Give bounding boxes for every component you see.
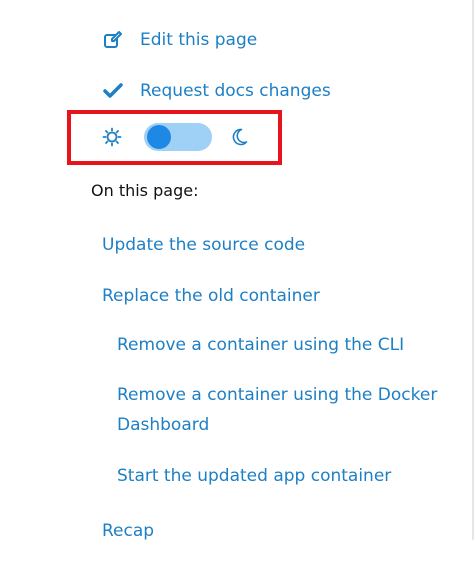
toc-title: On this page: xyxy=(91,181,199,200)
theme-toggle[interactable] xyxy=(144,123,212,151)
check-icon xyxy=(102,80,124,102)
toggle-knob xyxy=(147,125,171,149)
toc-link-update-source-code[interactable]: Update the source code xyxy=(102,230,305,260)
request-docs-changes-link[interactable]: Request docs changes xyxy=(102,79,331,103)
edit-icon xyxy=(102,29,124,51)
toc-link-start-updated-container[interactable]: Start the updated app container xyxy=(117,461,391,491)
edit-page-link[interactable]: Edit this page xyxy=(102,28,257,52)
sun-icon xyxy=(102,127,122,147)
toc-link-remove-container-cli[interactable]: Remove a container using the CLI xyxy=(117,330,404,360)
toc-link-recap[interactable]: Recap xyxy=(102,516,154,546)
theme-switcher xyxy=(102,122,249,152)
toc-link-remove-container-dashboard[interactable]: Remove a container using the Docker Dash… xyxy=(117,380,457,440)
moon-icon xyxy=(229,127,249,147)
toc-link-replace-old-container[interactable]: Replace the old container xyxy=(102,281,320,311)
edit-page-label: Edit this page xyxy=(140,30,258,50)
request-docs-changes-label: Request docs changes xyxy=(140,81,331,101)
